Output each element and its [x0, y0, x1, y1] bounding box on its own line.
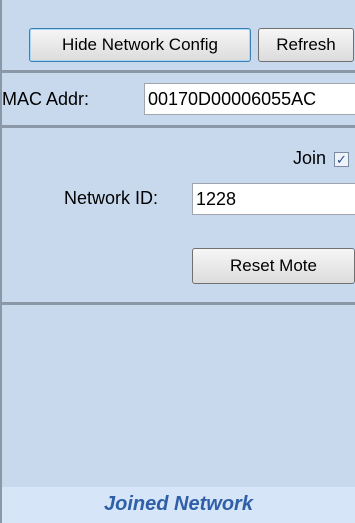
network-id-input[interactable]: 1228: [192, 183, 355, 215]
mac-addr-field: 00170D00006055AC: [144, 83, 355, 115]
hide-network-config-button[interactable]: Hide Network Config: [29, 28, 251, 62]
mac-addr-label: MAC Addr:: [2, 89, 90, 109]
network-config-panel: Hide Network Config Refresh MAC Addr: 00…: [0, 0, 355, 523]
join-checkbox[interactable]: ✓: [334, 152, 349, 167]
mac-section: MAC Addr: 00170D00006055AC: [2, 73, 355, 125]
blank-area: [2, 305, 355, 487]
refresh-button[interactable]: Refresh: [258, 28, 354, 62]
join-label: Join: [292, 148, 326, 168]
network-id-label: Network ID:: [64, 188, 159, 208]
status-bar: Joined Network: [2, 487, 355, 523]
network-section: Join ✓ Network ID: 1228 Reset Mote: [2, 128, 355, 302]
reset-mote-button[interactable]: Reset Mote: [192, 248, 355, 284]
toolbar: Hide Network Config Refresh: [2, 0, 355, 70]
checkmark-icon: ✓: [336, 152, 347, 167]
